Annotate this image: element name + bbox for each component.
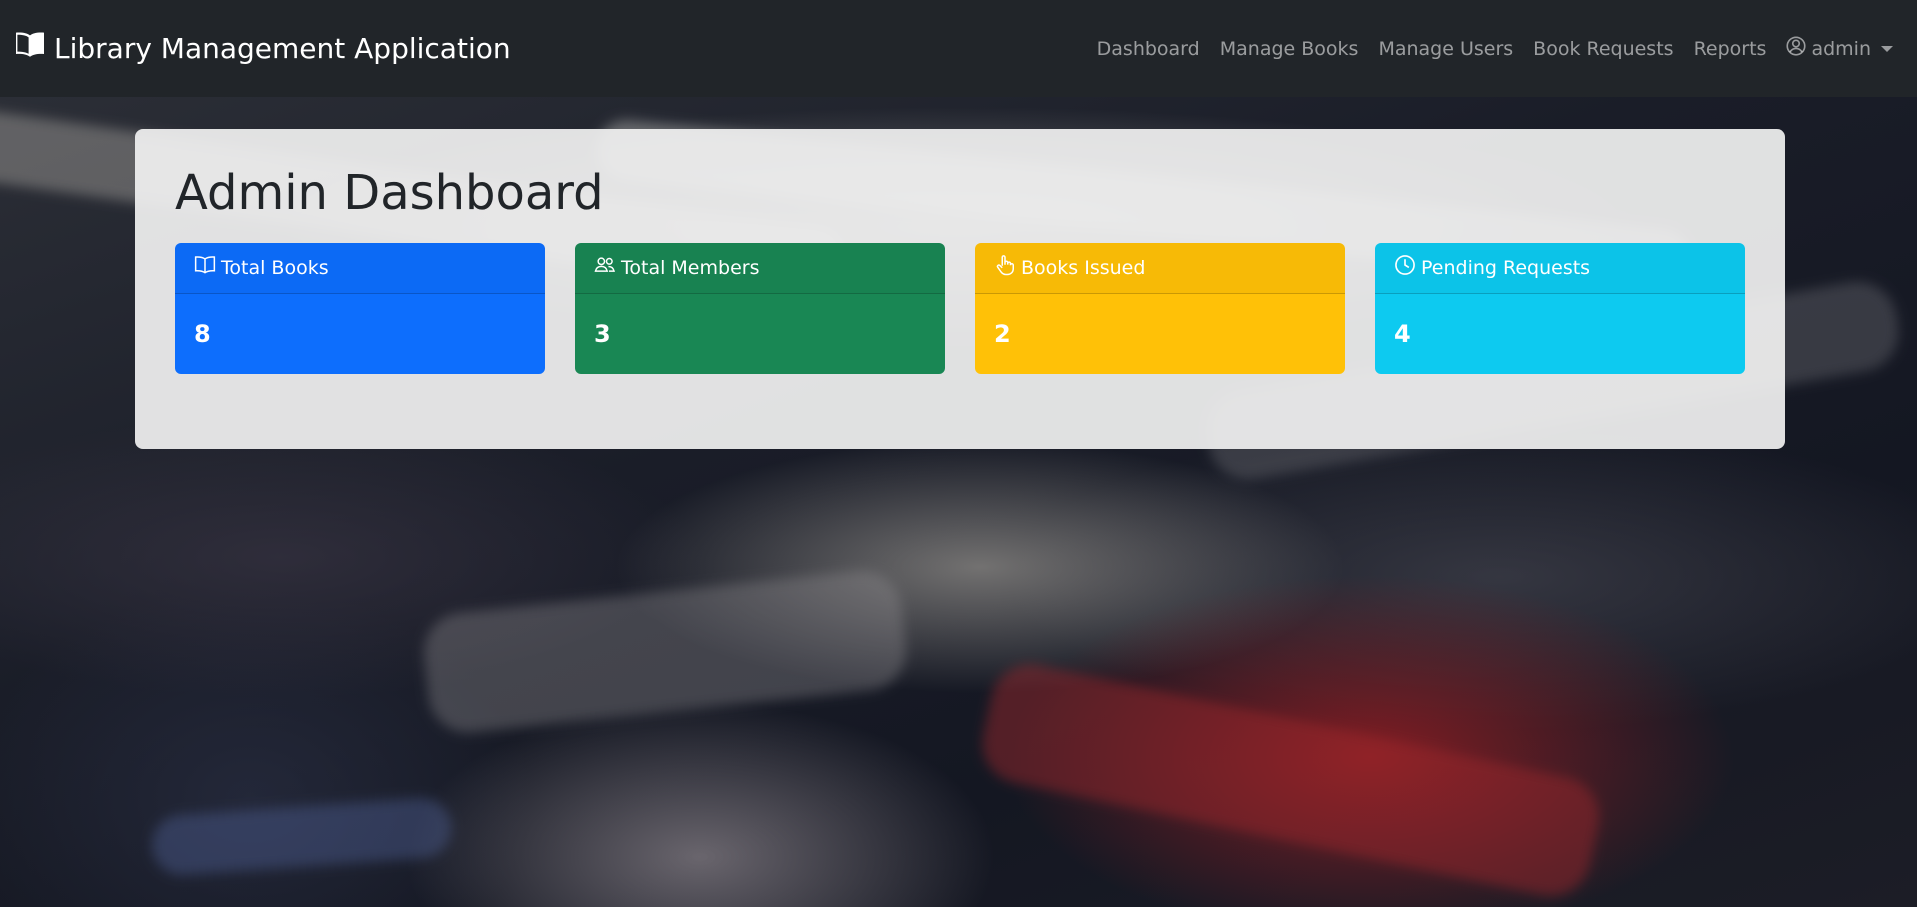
nav-manage-users[interactable]: Manage Users xyxy=(1368,38,1523,60)
hand-pointer-icon xyxy=(994,254,1021,281)
nav-menu: Dashboard Manage Books Manage Users Book… xyxy=(1087,36,1903,61)
card-header: Books Issued xyxy=(975,243,1345,294)
card-label: Books Issued xyxy=(1021,256,1146,279)
dashboard-panel: Admin Dashboard Total Books 8 Total Memb… xyxy=(135,129,1785,449)
card-header: Total Books xyxy=(175,243,545,294)
card-value: 4 xyxy=(1394,319,1411,348)
card-header: Pending Requests xyxy=(1375,243,1745,294)
stat-cards: Total Books 8 Total Members 3 Books Issu… xyxy=(175,242,1745,374)
card-value: 3 xyxy=(594,319,611,348)
book-icon xyxy=(194,255,221,280)
brand-link[interactable]: Library Management Application xyxy=(14,31,511,66)
nav-reports[interactable]: Reports xyxy=(1684,38,1777,60)
card-label: Total Members xyxy=(621,256,760,279)
card-value: 2 xyxy=(994,319,1011,348)
user-dropdown[interactable]: admin xyxy=(1776,36,1903,61)
nav-dashboard[interactable]: Dashboard xyxy=(1087,38,1210,60)
nav-book-requests[interactable]: Book Requests xyxy=(1523,38,1683,60)
card-label: Pending Requests xyxy=(1421,256,1591,279)
clock-icon xyxy=(1394,254,1421,281)
brand-title: Library Management Application xyxy=(54,32,511,65)
people-icon xyxy=(594,255,621,280)
user-circle-icon xyxy=(1786,36,1811,61)
card-header: Total Members xyxy=(575,243,945,294)
card-total-members: Total Members 3 xyxy=(575,242,945,374)
card-pending-requests: Pending Requests 4 xyxy=(1375,242,1745,374)
chevron-down-icon xyxy=(1881,45,1893,52)
card-books-issued: Books Issued 2 xyxy=(975,242,1345,374)
card-label: Total Books xyxy=(221,256,329,279)
card-value: 8 xyxy=(194,319,211,348)
user-name: admin xyxy=(1811,37,1871,60)
page-title: Admin Dashboard xyxy=(175,165,604,221)
top-navbar: Library Management Application Dashboard… xyxy=(0,0,1917,97)
card-total-books: Total Books 8 xyxy=(175,242,545,374)
book-icon xyxy=(14,31,54,66)
nav-manage-books[interactable]: Manage Books xyxy=(1210,38,1369,60)
